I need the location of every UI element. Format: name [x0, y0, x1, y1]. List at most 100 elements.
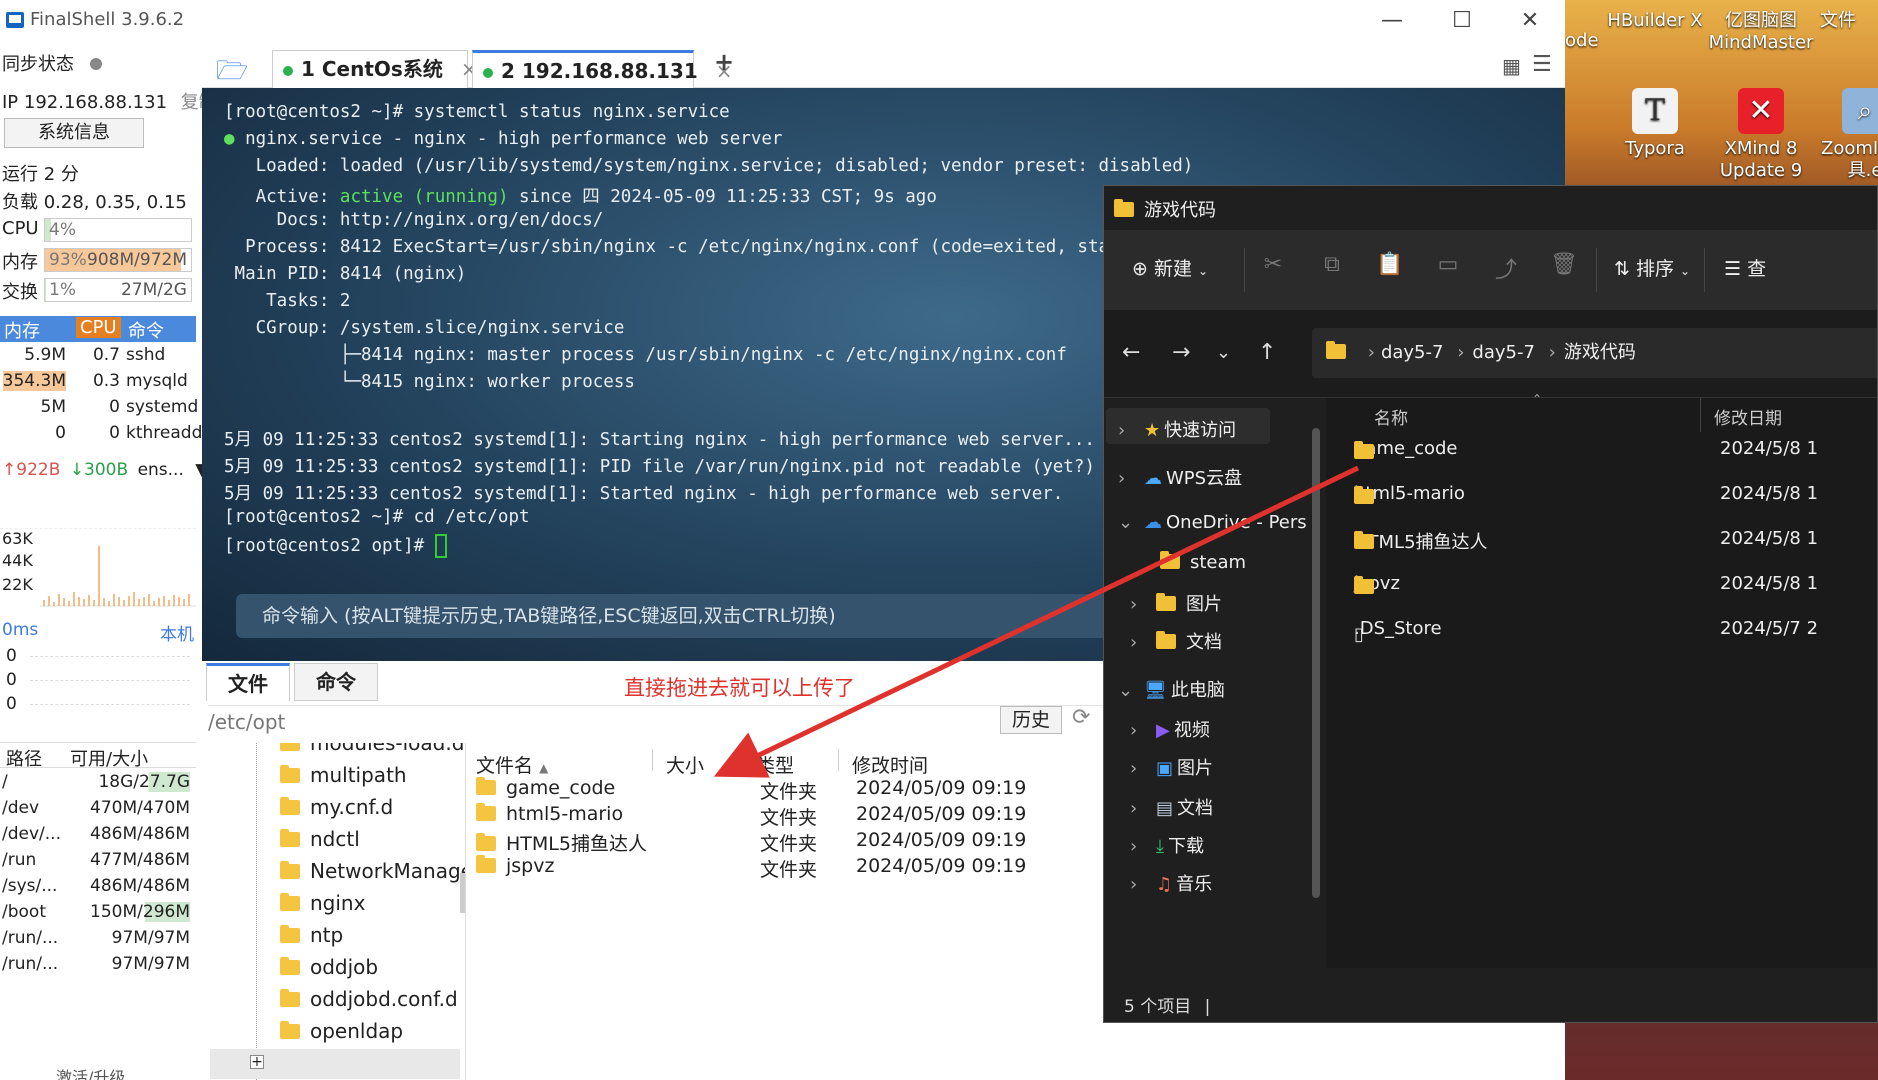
- directory-tree[interactable]: modules-load.d multipath my.cnf.d ndctl Netw…: [210, 743, 466, 1080]
- tree-node[interactable]: oddjobd.conf.d: [280, 987, 458, 1011]
- file-row[interactable]: game_code 文件夹 2024/05/09 09:19: [472, 777, 1112, 803]
- activate-link[interactable]: 激活/升级: [56, 1064, 125, 1080]
- tree-node[interactable]: multipath: [280, 763, 407, 787]
- maximize-button[interactable]: ☐: [1442, 6, 1482, 36]
- ping-host-select[interactable]: 本机: [160, 620, 194, 645]
- up-arrow-icon[interactable]: ↑: [1258, 340, 1276, 365]
- disk-row[interactable]: /boot 150M/296M: [0, 900, 196, 925]
- tab-commands[interactable]: 命令: [294, 663, 378, 701]
- col-cmd[interactable]: 命令: [128, 317, 164, 343]
- recent-dropdown-icon[interactable]: ⌄: [1216, 342, 1231, 363]
- breadcrumb-item[interactable]: day5-7: [1381, 342, 1444, 363]
- sidebar-scrollbar[interactable]: [1312, 428, 1320, 898]
- tree-node[interactable]: nginx: [280, 891, 365, 915]
- col-avail[interactable]: 可用/大小: [70, 745, 148, 771]
- col-cpu[interactable]: CPU: [76, 317, 121, 338]
- explorer-item[interactable]: html5-mario 2024/5/8 1: [1354, 477, 1874, 513]
- delete-icon[interactable]: 🗑: [1550, 252, 1578, 280]
- paste-icon[interactable]: 📋: [1376, 252, 1404, 280]
- breadcrumb-item[interactable]: 游戏代码: [1564, 342, 1636, 363]
- disk-row[interactable]: /18G/27.7G: [0, 770, 196, 795]
- new-button[interactable]: ⊕ 新建 ⌄: [1132, 254, 1208, 281]
- disk-row[interactable]: /run/... 97M/97M: [0, 926, 196, 951]
- sysinfo-button[interactable]: 系统信息: [4, 118, 144, 148]
- tree-node[interactable]: oddjob: [280, 955, 378, 979]
- col-mtime[interactable]: 修改时间: [852, 751, 928, 778]
- disk-row[interactable]: /run 477M/486M: [0, 848, 196, 873]
- file-row[interactable]: html5-mario 文件夹 2024/05/09 09:19: [472, 803, 1112, 829]
- tree-node[interactable]: ntp: [280, 923, 343, 947]
- tree-node[interactable]: ndctl: [280, 827, 360, 851]
- sidebar-item-music[interactable]: › ♫ 音乐: [1130, 870, 1212, 896]
- col-mem[interactable]: 内存: [4, 317, 40, 343]
- view-button[interactable]: ☰ 查: [1724, 254, 1766, 281]
- disk-row[interactable]: /dev/... 486M/486M: [0, 822, 196, 847]
- add-tab-button[interactable]: +: [714, 48, 734, 76]
- sidebar-item-pictures[interactable]: › 图片: [1130, 590, 1222, 616]
- desktop-icon-zoomit[interactable]: ⌕ ZoomIt 工具.e: [1810, 88, 1878, 182]
- remote-path-field[interactable]: /etc/opt: [208, 705, 1108, 737]
- tree-node[interactable]: my.cnf.d: [280, 795, 393, 819]
- minimize-button[interactable]: —: [1372, 6, 1412, 36]
- close-button[interactable]: ✕: [1510, 6, 1550, 36]
- explorer-item[interactable]: HTML5捕鱼达人 2024/5/8 1: [1354, 522, 1874, 558]
- sidebar-item-pc-documents[interactable]: › ▤ 文档: [1130, 794, 1213, 820]
- sidebar-item-videos[interactable]: › ▶ 视频: [1130, 716, 1210, 742]
- desktop-icon-file[interactable]: 文件: [1820, 10, 1878, 32]
- cut-icon[interactable]: ✂: [1259, 252, 1287, 280]
- tree-node[interactable]: NetworkManager: [280, 859, 465, 883]
- sidebar-item-documents[interactable]: › 文档: [1130, 628, 1222, 654]
- sidebar-item-wps[interactable]: › ☁ WPS云盘: [1118, 464, 1242, 490]
- disk-row[interactable]: /sys/... 486M/486M: [0, 874, 196, 899]
- sidebar-item-onedrive[interactable]: ⌄ ☁ OneDrive - Pers: [1118, 512, 1307, 533]
- file-row[interactable]: jspvz 文件夹 2024/05/09 09:19: [472, 855, 1112, 881]
- copy-icon[interactable]: ⧉: [1318, 252, 1346, 280]
- explorer-item[interactable]: jspvz 2024/5/8 1: [1354, 567, 1874, 603]
- expand-icon[interactable]: +: [250, 1055, 264, 1069]
- tab-centos[interactable]: 1 CentOs系统 ×: [272, 50, 478, 88]
- col-modified[interactable]: 修改日期: [1714, 404, 1782, 429]
- col-filename[interactable]: 文件名 ▲: [476, 751, 548, 778]
- share-icon[interactable]: ⤴: [1492, 252, 1520, 283]
- tab-192-168-88-131[interactable]: 2 192.168.88.131 ×: [472, 50, 733, 88]
- col-type[interactable]: 类型: [756, 751, 794, 778]
- explorer-item[interactable]: game_code 2024/5/8 1: [1354, 432, 1874, 468]
- process-row[interactable]: 5M 0 systemd: [0, 396, 199, 420]
- sidebar-item-pc-pictures[interactable]: › ▣ 图片: [1130, 754, 1213, 780]
- refresh-icon[interactable]: ⟳: [1072, 705, 1090, 730]
- address-bar[interactable]: › day5-7 › day5-7 › 游戏代码: [1312, 328, 1877, 378]
- tree-node[interactable]: openldap: [280, 1019, 403, 1043]
- grid-view-icon[interactable]: ▦: [1502, 54, 1521, 78]
- breadcrumb-item[interactable]: day5-7: [1472, 342, 1535, 363]
- back-arrow-icon[interactable]: ←: [1122, 340, 1140, 365]
- explorer-item[interactable]: ▯ .DS_Store 2024/5/7 2: [1354, 612, 1874, 648]
- sidebar-item-steam[interactable]: steam: [1160, 551, 1246, 573]
- rename-icon[interactable]: ▭: [1434, 252, 1462, 280]
- tree-node[interactable]: modules-load.d: [280, 743, 464, 755]
- forward-arrow-icon[interactable]: →: [1172, 340, 1190, 365]
- file-row[interactable]: HTML5捕鱼达人 文件夹 2024/05/09 09:19: [472, 829, 1112, 855]
- process-row[interactable]: 354.3M 0.3 mysqld: [0, 370, 196, 394]
- col-name[interactable]: 名称: [1374, 404, 1408, 429]
- tab-files[interactable]: 文件: [206, 663, 290, 701]
- desktop-icon-mindmaster[interactable]: 亿图脑图 MindMaster: [1706, 10, 1816, 54]
- process-row[interactable]: 5.9M 0.7 sshd: [0, 344, 196, 368]
- col-path[interactable]: 路径: [6, 745, 42, 771]
- system-monitor-panel: 同步状态 IP 192.168.88.131 复制 系统信息 运行 2 分 负载…: [0, 42, 217, 1080]
- col-size[interactable]: 大小: [666, 751, 704, 778]
- history-button[interactable]: 历史: [1000, 706, 1062, 734]
- desktop-icon-hbuilderx[interactable]: HBuilder X: [1600, 10, 1710, 32]
- net-interface-select[interactable]: ens...: [138, 460, 184, 480]
- sidebar-item-downloads[interactable]: › ⤓ 下载: [1130, 832, 1204, 858]
- desktop-icon-typora[interactable]: T Typora: [1600, 88, 1710, 160]
- explorer-file-list[interactable]: 名称 ⌃ 修改日期 game_code 2024/5/8 1 html5-mario…: [1326, 392, 1877, 968]
- menu-icon[interactable]: ☰: [1532, 52, 1552, 77]
- desktop-icon-xmind[interactable]: ✕ XMind 8 Update 9: [1706, 88, 1816, 182]
- disk-row[interactable]: /dev 470M/470M: [0, 796, 196, 821]
- file-list[interactable]: 文件名 ▲ 大小 类型 修改时间 game_code 文件夹 2024/05/09 …: [466, 743, 1116, 1080]
- process-row[interactable]: 0 0 kthreadd: [0, 422, 202, 446]
- sidebar-item-this-pc[interactable]: ⌄ 🖥 此电脑: [1118, 676, 1225, 702]
- sort-button[interactable]: ⇅ 排序 ⌄: [1614, 254, 1690, 281]
- sidebar-item-quick-access[interactable]: › ★ 快速访问: [1118, 416, 1236, 442]
- disk-row[interactable]: /run/... 97M/97M: [0, 952, 196, 977]
